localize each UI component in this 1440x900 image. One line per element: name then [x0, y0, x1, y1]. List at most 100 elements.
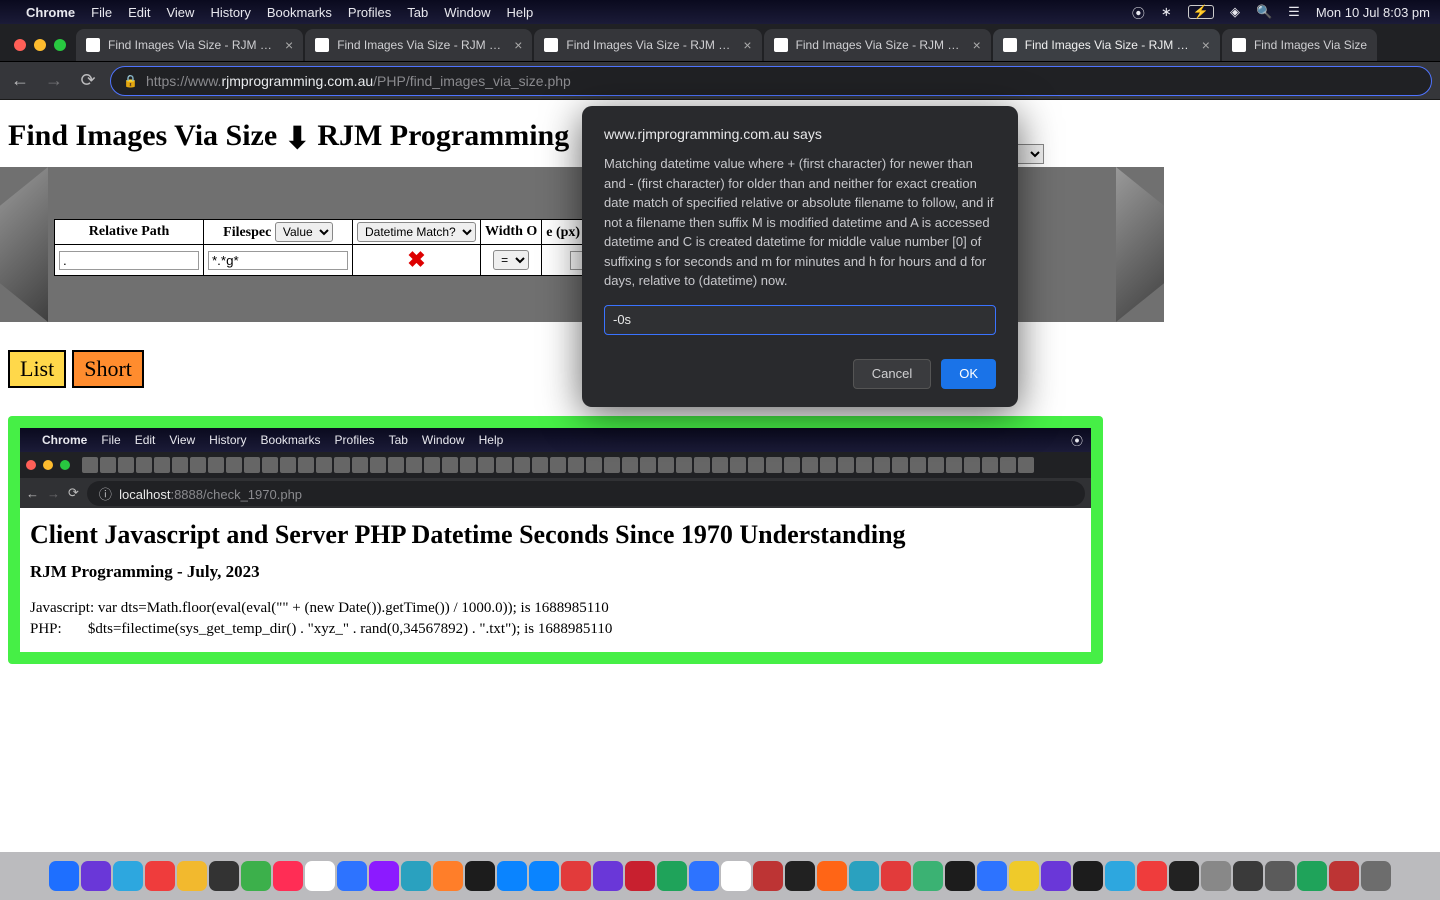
battery-icon[interactable]: ⚡ [1188, 5, 1214, 19]
inset-body: Client Javascript and Server PHP Datetim… [20, 508, 1091, 652]
dock-app-icon[interactable] [1041, 861, 1071, 891]
window-minimize-icon[interactable] [34, 39, 46, 51]
dock-app-icon[interactable] [433, 861, 463, 891]
width-op-select[interactable]: = [493, 250, 529, 270]
menu-window[interactable]: Window [444, 5, 490, 20]
dock-app-icon[interactable] [657, 861, 687, 891]
datetime-match-select[interactable]: Datetime Match? [357, 222, 476, 242]
dock-app-icon[interactable] [561, 861, 591, 891]
tab-close-icon[interactable]: × [973, 37, 981, 53]
dock-app-icon[interactable] [81, 861, 111, 891]
dock-app-icon[interactable] [241, 861, 271, 891]
dock-app-icon[interactable] [1329, 861, 1359, 891]
control-center-icon[interactable]: ☰ [1288, 4, 1300, 20]
dialog-input[interactable] [604, 305, 996, 335]
dock-app-icon[interactable] [593, 861, 623, 891]
dock-app-icon[interactable] [689, 861, 719, 891]
dock-app-icon[interactable] [977, 861, 1007, 891]
short-button[interactable]: Short [72, 350, 144, 388]
dock-app-icon[interactable] [625, 861, 655, 891]
dock-app-icon[interactable] [945, 861, 975, 891]
bluetooth-icon[interactable]: ∗ [1161, 4, 1172, 20]
reload-button[interactable]: ⟳ [76, 69, 100, 93]
window-close-icon[interactable] [14, 39, 26, 51]
filespec-value-select[interactable]: Value [275, 222, 333, 242]
dock-app-icon[interactable] [1009, 861, 1039, 891]
dock-app-icon[interactable] [1137, 861, 1167, 891]
menu-profiles[interactable]: Profiles [348, 5, 391, 20]
table-row: ✖ = [55, 245, 669, 276]
dock-app-icon[interactable] [145, 861, 175, 891]
address-bar[interactable]: 🔒 https://www.rjmprogramming.com.au/PHP/… [110, 66, 1432, 96]
menu-tab[interactable]: Tab [407, 5, 428, 20]
dock-app-icon[interactable] [337, 861, 367, 891]
dock-app-icon[interactable] [913, 861, 943, 891]
inset-menu-item: Window [422, 433, 465, 447]
menu-bookmarks[interactable]: Bookmarks [267, 5, 332, 20]
forward-button[interactable]: → [42, 69, 66, 93]
mini-tab-icon [982, 457, 998, 473]
dock-app-icon[interactable] [753, 861, 783, 891]
dock-trash-icon[interactable] [1361, 861, 1391, 891]
tab-close-icon[interactable]: × [1202, 37, 1210, 53]
browser-tab[interactable]: Find Images Via Size - RJM Prc× [534, 29, 761, 61]
menubar-clock[interactable]: Mon 10 Jul 8:03 pm [1316, 5, 1430, 20]
dock-app-icon[interactable] [497, 861, 527, 891]
browser-tab-active[interactable]: Find Images Via Size - RJM Prc× [993, 29, 1220, 61]
heading-select[interactable] [1016, 144, 1044, 164]
dock-app-icon[interactable] [1169, 861, 1199, 891]
relative-path-input[interactable] [59, 251, 199, 270]
dock-app-icon[interactable] [305, 861, 335, 891]
menu-history[interactable]: History [210, 5, 250, 20]
col-relative-path: Relative Path [55, 220, 204, 245]
dialog-cancel-button[interactable]: Cancel [853, 359, 931, 389]
dialog-ok-button[interactable]: OK [941, 359, 996, 389]
menubar-appname[interactable]: Chrome [26, 5, 75, 20]
dock-app-icon[interactable] [1233, 861, 1263, 891]
dock-app-icon[interactable] [785, 861, 815, 891]
dock-app-icon[interactable] [177, 861, 207, 891]
dock-app-icon[interactable] [721, 861, 751, 891]
browser-tab[interactable]: Find Images Via Size - RJM Prc× [76, 29, 303, 61]
tab-close-icon[interactable]: × [285, 37, 293, 53]
browser-tab[interactable]: Find Images Via Size - RJM Prc× [305, 29, 532, 61]
dock-app-icon[interactable] [1297, 861, 1327, 891]
back-button[interactable]: ← [8, 69, 32, 93]
browser-tab[interactable]: Find Images Via Size - RJM Prc× [764, 29, 991, 61]
dock-app-icon[interactable] [817, 861, 847, 891]
forward-button: → [47, 486, 60, 501]
spotlight-icon[interactable]: 🔍 [1256, 4, 1272, 20]
window-zoom-icon[interactable] [54, 39, 66, 51]
wifi-icon[interactable]: ◈ [1230, 4, 1240, 20]
dock-app-icon[interactable] [113, 861, 143, 891]
dock-app-icon[interactable] [881, 861, 911, 891]
clear-datetime-icon[interactable]: ✖ [407, 247, 425, 272]
dock-app-icon[interactable] [49, 861, 79, 891]
dock-app-icon[interactable] [849, 861, 879, 891]
dock-app-icon[interactable] [465, 861, 495, 891]
inset-menu-item: Help [479, 433, 504, 447]
list-button[interactable]: List [8, 350, 66, 388]
info-icon: ⓘ [99, 487, 112, 502]
dock-app-icon[interactable] [273, 861, 303, 891]
menu-help[interactable]: Help [507, 5, 534, 20]
dock-app-icon[interactable] [401, 861, 431, 891]
inset-menubar: Chrome File Edit View History Bookmarks … [20, 428, 1091, 452]
menu-file[interactable]: File [91, 5, 112, 20]
dock-app-icon[interactable] [209, 861, 239, 891]
mini-tab-icon [964, 457, 980, 473]
dock-app-icon[interactable] [1073, 861, 1103, 891]
dock-app-icon[interactable] [1201, 861, 1231, 891]
filespec-input[interactable] [208, 251, 348, 270]
browser-tab[interactable]: Find Images Via Size [1222, 29, 1377, 61]
dock-app-icon[interactable] [1265, 861, 1295, 891]
menu-view[interactable]: View [166, 5, 194, 20]
screenrecord-icon[interactable]: ⦿ [1132, 3, 1145, 22]
dock-app-icon[interactable] [529, 861, 559, 891]
tab-close-icon[interactable]: × [514, 37, 522, 53]
tab-close-icon[interactable]: × [743, 37, 751, 53]
menu-edit[interactable]: Edit [128, 5, 150, 20]
dock-app-icon[interactable] [369, 861, 399, 891]
dock-app-icon[interactable] [1105, 861, 1135, 891]
mini-tab-icon [838, 457, 854, 473]
